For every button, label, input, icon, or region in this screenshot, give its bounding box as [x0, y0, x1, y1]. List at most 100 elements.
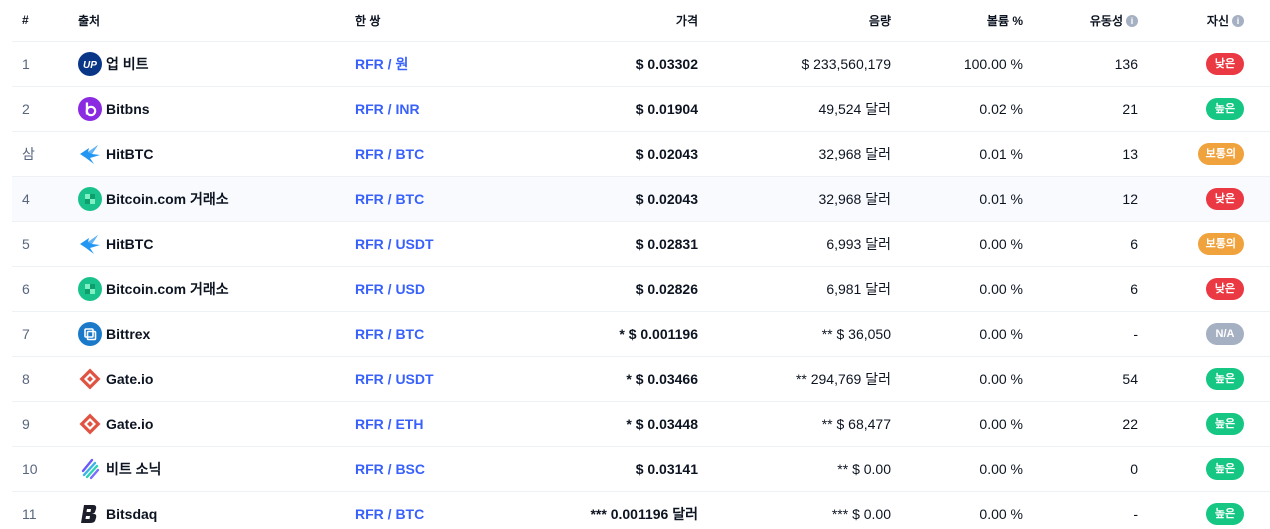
- volume-cell: ** $ 36,050: [698, 311, 891, 357]
- header-volume-pct[interactable]: 볼륨 %: [891, 0, 1023, 42]
- exchange-cell[interactable]: Gate.io: [78, 401, 355, 447]
- exchange-cell[interactable]: Bitsdaq: [78, 491, 355, 529]
- header-source[interactable]: 출처: [78, 0, 355, 42]
- table-row[interactable]: 1 UP 업 비트 RFR / 원 $ 0.03302 $ 233,560,17…: [12, 41, 1270, 87]
- exchange-name[interactable]: Bittrex: [106, 326, 150, 342]
- exchange-name[interactable]: 업 비트: [106, 54, 149, 74]
- pair-link[interactable]: RFR / BTC: [355, 146, 424, 162]
- table-row[interactable]: 삼 HitBTC RFR / BTC $ 0.02043 32,968 달러 0…: [12, 131, 1270, 177]
- rank-cell: 9: [12, 401, 78, 447]
- rank-cell: 8: [12, 356, 78, 402]
- liquidity-cell: 0: [1023, 446, 1138, 492]
- confidence-cell: 높은: [1138, 446, 1270, 492]
- exchange-cell[interactable]: Gate.io: [78, 356, 355, 402]
- confidence-badge: 높은: [1206, 412, 1244, 435]
- confidence-badge: 보통의: [1197, 232, 1244, 255]
- exchange-name[interactable]: HitBTC: [106, 146, 153, 162]
- hitbtc-logo-icon: [78, 232, 102, 256]
- pair-cell: RFR / ETH: [355, 401, 544, 447]
- header-rank[interactable]: #: [12, 0, 78, 42]
- upbit-logo-icon: UP: [78, 51, 102, 76]
- table-row[interactable]: 9 Gate.io RFR / ETH * $ 0.03448 ** $ 68,…: [12, 401, 1270, 447]
- exchange-name[interactable]: Bitsdaq: [106, 506, 157, 522]
- exchange-cell[interactable]: 비트 소닉: [78, 446, 355, 492]
- price-cell: * $ 0.001196: [544, 311, 698, 357]
- pair-link[interactable]: RFR / BTC: [355, 326, 424, 342]
- liquidity-cell: 136: [1023, 41, 1138, 87]
- price-cell: $ 0.03141: [544, 446, 698, 492]
- volume-cell: $ 233,560,179: [698, 41, 891, 87]
- table-row[interactable]: 6 Bitcoin.com 거래소 RFR / USD $ 0.02826 6,…: [12, 266, 1270, 312]
- exchange-cell[interactable]: UP 업 비트: [78, 41, 355, 87]
- header-volume[interactable]: 음량: [698, 0, 891, 42]
- exchange-cell[interactable]: Bittrex: [78, 311, 355, 357]
- confidence-cell: 낮은: [1138, 41, 1270, 87]
- liquidity-cell: 13: [1023, 131, 1138, 177]
- pair-cell: RFR / BSC: [355, 446, 544, 492]
- confidence-badge: 낮은: [1206, 277, 1244, 300]
- volume-pct-cell: 100.00 %: [891, 41, 1023, 87]
- pair-link[interactable]: RFR / ETH: [355, 416, 423, 432]
- exchange-name[interactable]: HitBTC: [106, 236, 153, 252]
- volume-pct-cell: 0.01 %: [891, 176, 1023, 222]
- confidence-badge: 낮은: [1206, 187, 1244, 210]
- table-row[interactable]: 2 Bitbns RFR / INR $ 0.01904 49,524 달러 0…: [12, 86, 1270, 132]
- rank-cell: 6: [12, 266, 78, 312]
- pair-link[interactable]: RFR / USD: [355, 281, 425, 297]
- exchange-cell[interactable]: Bitcoin.com 거래소: [78, 176, 355, 222]
- svg-text:UP: UP: [83, 60, 97, 71]
- price-cell: * $ 0.03466: [544, 356, 698, 402]
- exchange-name[interactable]: Bitcoin.com 거래소: [106, 279, 229, 299]
- exchange-cell[interactable]: HitBTC: [78, 131, 355, 177]
- pair-link[interactable]: RFR / USDT: [355, 236, 434, 252]
- volume-cell: ** $ 0.00: [698, 446, 891, 492]
- volume-pct-cell: 0.00 %: [891, 491, 1023, 529]
- exchange-name[interactable]: Bitbns: [106, 101, 150, 117]
- liquidity-cell: -: [1023, 311, 1138, 357]
- liquidity-cell: 22: [1023, 401, 1138, 447]
- header-liquidity[interactable]: 유동성 i: [1023, 0, 1138, 42]
- exchange-name[interactable]: Gate.io: [106, 371, 153, 387]
- exchange-cell[interactable]: Bitcoin.com 거래소: [78, 266, 355, 312]
- pair-link[interactable]: RFR / USDT: [355, 371, 434, 387]
- pair-link[interactable]: RFR / 원: [355, 56, 408, 72]
- table-row[interactable]: 4 Bitcoin.com 거래소 RFR / BTC $ 0.02043 32…: [12, 176, 1270, 222]
- exchange-name[interactable]: Gate.io: [106, 416, 153, 432]
- rank-cell: 7: [12, 311, 78, 357]
- pair-cell: RFR / BTC: [355, 176, 544, 222]
- confidence-cell: 보통의: [1138, 221, 1270, 267]
- table-row[interactable]: 10 비트 소닉 RFR / BSC $ 0.03141 ** $ 0.00 0…: [12, 446, 1270, 492]
- bitbns-logo-icon: [78, 96, 102, 121]
- price-cell: *** 0.001196 달러: [544, 491, 698, 529]
- table-row[interactable]: 7 Bittrex RFR / BTC * $ 0.001196 ** $ 36…: [12, 311, 1270, 357]
- exchange-cell[interactable]: HitBTC: [78, 221, 355, 267]
- pair-link[interactable]: RFR / BTC: [355, 191, 424, 207]
- liquidity-cell: -: [1023, 491, 1138, 529]
- header-pair[interactable]: 한 쌍: [355, 0, 544, 42]
- confidence-badge: 높은: [1206, 367, 1244, 390]
- exchange-name[interactable]: 비트 소닉: [106, 459, 161, 479]
- pair-cell: RFR / USD: [355, 266, 544, 312]
- exchange-cell[interactable]: Bitbns: [78, 86, 355, 132]
- confidence-badge: 높은: [1206, 457, 1244, 480]
- volume-pct-cell: 0.00 %: [891, 401, 1023, 447]
- confidence-cell: 높은: [1138, 86, 1270, 132]
- pair-link[interactable]: RFR / BTC: [355, 506, 424, 522]
- pair-link[interactable]: RFR / INR: [355, 101, 420, 117]
- header-price[interactable]: 가격: [544, 0, 698, 42]
- info-icon[interactable]: i: [1126, 14, 1138, 27]
- volume-pct-cell: 0.00 %: [891, 446, 1023, 492]
- liquidity-cell: 6: [1023, 266, 1138, 312]
- table-row[interactable]: 5 HitBTC RFR / USDT $ 0.02831 6,993 달러 0…: [12, 221, 1270, 267]
- info-icon[interactable]: i: [1232, 14, 1244, 27]
- liquidity-cell: 21: [1023, 86, 1138, 132]
- pair-cell: RFR / USDT: [355, 356, 544, 402]
- table-row[interactable]: 11 Bitsdaq RFR / BTC *** 0.001196 달러 ***…: [12, 491, 1270, 529]
- header-confidence[interactable]: 자신 i: [1138, 0, 1270, 42]
- rank-cell: 1: [12, 41, 78, 87]
- bitcoin-com-logo-icon: [78, 186, 102, 211]
- pair-link[interactable]: RFR / BSC: [355, 461, 425, 477]
- exchange-name[interactable]: Bitcoin.com 거래소: [106, 189, 229, 209]
- table-row[interactable]: 8 Gate.io RFR / USDT * $ 0.03466 ** 294,…: [12, 356, 1270, 402]
- volume-pct-cell: 0.00 %: [891, 266, 1023, 312]
